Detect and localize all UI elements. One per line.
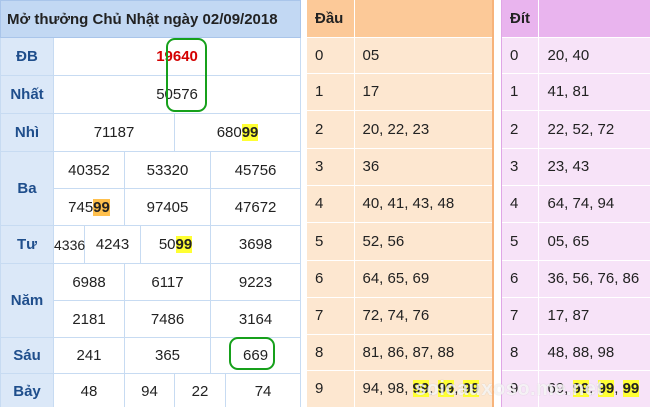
prize-nam-value-5: 7486 (124, 300, 211, 338)
highlight-99: 99 (93, 198, 110, 216)
prize-label-sau: Sáu (0, 337, 54, 374)
prize-sau-value-2: 365 (124, 337, 211, 374)
dit-values: 69, 99, 99, 99 (538, 370, 650, 407)
prize-label-db: ĐB (0, 37, 54, 76)
prize-ba-value-6: 47672 (209, 188, 302, 226)
dau-key: 4 (307, 185, 355, 223)
dit-values: 41, 81 (538, 73, 650, 111)
prize-tu-value-2: 4243 (84, 225, 141, 264)
dit-values: 20, 40 (538, 37, 650, 74)
dit-values: 48, 88, 98 (538, 334, 650, 371)
dau-key: 8 (307, 334, 355, 371)
dau-header: Đầu (307, 0, 355, 38)
results-title: Mở thưởng Chủ Nhật ngày 02/09/2018 (0, 0, 302, 38)
prize-nam-value-2: 6117 (124, 263, 211, 301)
highlight-99: 99 (597, 380, 615, 397)
prize-nhi-value-2: 68099 (173, 113, 302, 152)
dit-key: 3 (501, 148, 539, 186)
number-prefix: 745 (68, 198, 94, 216)
dau-table: Đầu 0 05 1 17 2 20, 22, 23 3 36 4 40, 41, 43,… (307, 0, 494, 407)
dau-values: 36 (354, 148, 494, 186)
prize-label-bay: Bảy (0, 373, 54, 407)
highlight-99: 99 (241, 124, 259, 141)
prize-label-nam: Năm (0, 263, 54, 338)
highlight-99: 99 (572, 380, 590, 397)
prize-ba-value-4: 74599 (53, 188, 125, 226)
dau-key: 7 (307, 297, 355, 335)
prize-tu-value-4: 3698 (209, 225, 302, 264)
dit-key: 2 (501, 110, 539, 149)
prize-ba-value-5: 97405 (124, 188, 211, 226)
highlight-99: 99 (412, 380, 430, 397)
prize-nam-value-4: 2181 (53, 300, 125, 338)
prize-bay-value-3: 22 (174, 373, 226, 407)
dit-values: 64, 74, 94 (538, 185, 650, 223)
prize-nam-value-6: 3164 (209, 300, 302, 338)
dau-key: 3 (307, 148, 355, 186)
prize-ba-value-2: 53320 (124, 151, 211, 189)
dau-key: 5 (307, 222, 355, 261)
prize-ba-value-3: 45756 (209, 151, 302, 189)
dit-values: 23, 43 (538, 148, 650, 186)
dit-values: 22, 52, 72 (538, 110, 650, 149)
dau-values: 94, 98, 99, 99, 99 (354, 370, 494, 407)
dau-key: 9 (307, 370, 355, 407)
dit-table: Đít 0 20, 40 1 41, 81 2 22, 52, 72 3 23, 43 … (501, 0, 650, 407)
dau-values: 81, 86, 87, 88 (354, 334, 494, 371)
prize-tu-value-1: 4336 (53, 225, 85, 264)
dau-values: 20, 22, 23 (354, 110, 494, 149)
dit-values: 17, 87 (538, 297, 650, 335)
dau-key: 2 (307, 110, 355, 149)
dit-key: 9 (501, 370, 539, 407)
dit-key: 1 (501, 73, 539, 111)
prize-nam-value-3: 9223 (209, 263, 302, 301)
dau-header-values (354, 0, 494, 38)
dau-values: 40, 41, 43, 48 (354, 185, 494, 223)
highlight-99: 99 (175, 236, 193, 253)
prize-nam-value-1: 6988 (53, 263, 125, 301)
dau-values: 17 (354, 73, 494, 111)
prize-db-value: 19640 (52, 37, 302, 76)
dau-key: 0 (307, 37, 355, 74)
values-prefix: 94, 98, (362, 380, 413, 397)
dit-key: 6 (501, 260, 539, 298)
highlight-99: 99 (462, 380, 480, 397)
prize-ba-value-1: 40352 (53, 151, 125, 189)
prize-nhat-value: 50576 (52, 75, 302, 114)
dau-values: 72, 74, 76 (354, 297, 494, 335)
prize-label-ba: Ba (0, 151, 54, 226)
dau-key: 1 (307, 73, 355, 111)
dit-key: 8 (501, 334, 539, 371)
number-prefix: 680 (216, 124, 242, 141)
dit-key: 4 (501, 185, 539, 223)
prize-label-nhat: Nhất (0, 75, 54, 114)
dau-key: 6 (307, 260, 355, 298)
dit-key: 0 (501, 37, 539, 74)
dit-values: 36, 56, 76, 86 (538, 260, 650, 298)
dit-header-values (538, 0, 650, 38)
highlight-99: 99 (437, 380, 455, 397)
dau-values: 05 (354, 37, 494, 74)
values-prefix: 69, (547, 380, 573, 397)
results-table: Mở thưởng Chủ Nhật ngày 02/09/2018 ĐB 19… (0, 0, 302, 407)
dit-key: 5 (501, 222, 539, 261)
prize-nhi-value-1: 71187 (53, 113, 175, 152)
number-prefix: 50 (158, 236, 176, 253)
prize-label-nhi: Nhì (0, 113, 54, 152)
prize-tu-value-3: 5099 (140, 225, 211, 264)
dit-key: 7 (501, 297, 539, 335)
dit-values: 05, 65 (538, 222, 650, 261)
prize-bay-value-2: 94 (124, 373, 175, 407)
highlight-99: 99 (622, 380, 640, 397)
dau-values: 64, 65, 69 (354, 260, 494, 298)
dit-header: Đít (501, 0, 539, 38)
prize-sau-value-1: 241 (53, 337, 125, 374)
prize-bay-value-1: 48 (53, 373, 125, 407)
dau-values: 52, 56 (354, 222, 494, 261)
prize-sau-value-3: 669 (209, 337, 302, 374)
prize-label-tu: Tư (0, 225, 54, 264)
prize-bay-value-4: 74 (224, 373, 302, 407)
